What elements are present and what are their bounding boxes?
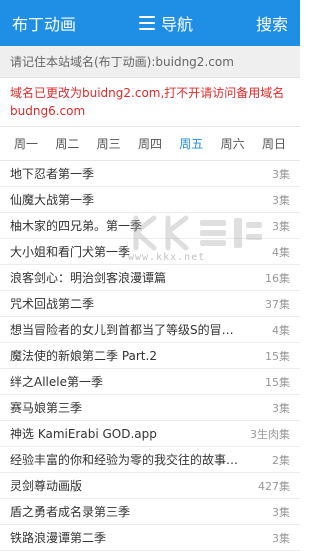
- item-count: 37集: [265, 297, 290, 311]
- tab-tue[interactable]: 周二: [47, 135, 87, 152]
- item-title: 大小姐和看门犬第一季: [10, 245, 131, 259]
- item-count: 2集: [272, 453, 290, 467]
- menu-icon: [138, 16, 155, 30]
- domain-hint: 请记住本站域名(布丁动画):buidng2.com: [0, 46, 300, 78]
- tab-thu[interactable]: 周四: [130, 135, 170, 152]
- item-title: 经验丰富的你和经验为零的我交往的故事第一: [10, 453, 240, 467]
- item-count: 15集: [265, 349, 290, 363]
- item-count: 3集: [272, 219, 290, 233]
- list-item[interactable]: 经验丰富的你和经验为零的我交往的故事第一 2集: [0, 447, 300, 473]
- item-count: 4集: [272, 323, 290, 337]
- anime-list: 地下忍者第一季 3集 仙魔大战第一季 3集 柚木家的四兄弟。第一季 3集 大小姐和看门…: [0, 161, 300, 551]
- weekday-tabs: 周一 周二 周三 周四 周五 周六 周日: [0, 127, 300, 161]
- list-item[interactable]: 魔法使的新娘第二季 Part.2 15集: [0, 343, 300, 369]
- item-title: 浪客剑心：明治剑客浪漫谭篇: [10, 271, 167, 285]
- item-count: 3集: [272, 401, 290, 415]
- item-title: 想当冒险者的女儿到首都当了等级S的冒险者: [10, 323, 240, 337]
- list-item[interactable]: 盾之勇者成名录第三季 3集: [0, 499, 300, 525]
- item-count: 3生肉集: [250, 427, 290, 441]
- tab-fri[interactable]: 周五: [171, 135, 211, 152]
- list-item[interactable]: 赛马娘第三季 3集: [0, 395, 300, 421]
- list-item[interactable]: 大小姐和看门犬第一季 4集: [0, 239, 300, 265]
- item-count: 16集: [265, 271, 290, 285]
- list-item[interactable]: 想当冒险者的女儿到首都当了等级S的冒险者 4集: [0, 317, 300, 343]
- item-title: 铁路浪漫谭第二季: [10, 531, 107, 545]
- list-item[interactable]: 神选 KamiErabi GOD.app 3生肉集: [0, 421, 300, 447]
- item-count: 3集: [272, 193, 290, 207]
- site-title[interactable]: 布丁动画: [12, 11, 76, 35]
- domain-changed-notice: 域名已更改为buidng2.com,打不开请访问备用域名budng6.com: [0, 78, 300, 127]
- item-title: 仙魔大战第一季: [10, 193, 95, 207]
- list-item[interactable]: 绊之Allele第一季 15集: [0, 369, 300, 395]
- list-item[interactable]: 地下忍者第一季 3集: [0, 161, 300, 187]
- list-item[interactable]: 柚木家的四兄弟。第一季 3集: [0, 213, 300, 239]
- item-count: 3集: [272, 505, 290, 519]
- item-count: 427集: [258, 479, 290, 493]
- item-count: 3集: [272, 167, 290, 181]
- nav-label: 导航: [160, 15, 193, 34]
- item-title: 咒术回战第二季: [10, 297, 95, 311]
- item-title: 赛马娘第三季: [10, 401, 83, 415]
- list-item[interactable]: 浪客剑心：明治剑客浪漫谭篇 16集: [0, 265, 300, 291]
- item-title: 盾之勇者成名录第三季: [10, 505, 131, 519]
- item-title: 魔法使的新娘第二季 Part.2: [10, 349, 157, 363]
- list-item[interactable]: 仙魔大战第一季 3集: [0, 187, 300, 213]
- item-count: 15集: [265, 375, 290, 389]
- tab-sun[interactable]: 周日: [254, 135, 294, 152]
- item-count: 4集: [272, 245, 290, 259]
- tab-mon[interactable]: 周一: [6, 135, 46, 152]
- item-count: 3集: [272, 531, 290, 545]
- search-button[interactable]: 搜索: [256, 11, 288, 35]
- tab-sat[interactable]: 周六: [213, 135, 253, 152]
- top-header: 布丁动画 导航 搜索: [0, 0, 300, 46]
- tab-wed[interactable]: 周三: [89, 135, 129, 152]
- item-title: 绊之Allele第一季: [10, 375, 103, 389]
- nav-button[interactable]: 导航: [138, 11, 193, 35]
- item-title: 灵剑尊动画版: [10, 479, 83, 493]
- item-title: 柚木家的四兄弟。第一季: [10, 219, 143, 233]
- list-item[interactable]: 灵剑尊动画版 427集: [0, 473, 300, 499]
- list-item[interactable]: 咒术回战第二季 37集: [0, 291, 300, 317]
- list-item[interactable]: 铁路浪漫谭第二季 3集: [0, 525, 300, 551]
- item-title: 地下忍者第一季: [10, 167, 95, 181]
- item-title: 神选 KamiErabi GOD.app: [10, 427, 157, 441]
